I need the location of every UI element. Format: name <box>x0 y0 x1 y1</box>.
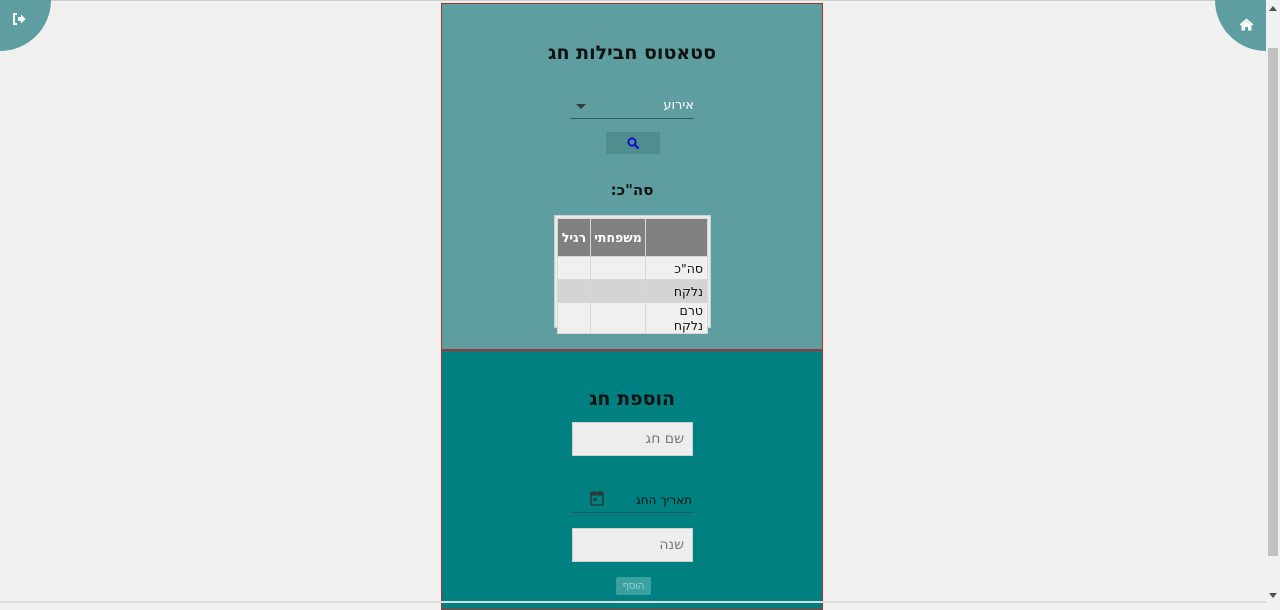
family-count <box>590 279 646 303</box>
column-header-label <box>645 218 708 257</box>
status-title: סטאטוס חבילות חג <box>548 42 716 64</box>
table-row: טרם נלקח <box>557 302 708 334</box>
scroll-thumb[interactable] <box>1268 48 1278 556</box>
search-button[interactable] <box>606 132 660 154</box>
scroll-up-arrow-icon[interactable] <box>1269 6 1277 11</box>
calendar-icon[interactable] <box>590 490 604 506</box>
home-icon <box>1239 18 1254 31</box>
holiday-date-label: תאריך החג <box>635 493 692 507</box>
table-header-row: משפחתי רגיל <box>557 218 708 257</box>
holiday-name-input[interactable] <box>572 422 693 456</box>
add-holiday-title: הוספת חג <box>588 388 676 410</box>
column-header-regular: רגיל <box>557 218 591 257</box>
event-select[interactable]: אירוע <box>570 98 694 119</box>
regular-count <box>557 279 591 303</box>
row-label: סה"כ <box>645 256 708 280</box>
scroll-down-arrow-icon[interactable] <box>1269 593 1277 598</box>
row-label: טרם נלקח <box>645 302 708 334</box>
table-row: סה"כ <box>557 256 708 280</box>
total-label: סה"כ: <box>610 181 654 199</box>
status-panel: סטאטוס חבילות חג אירוע סה"כ: משפחתי רגיל… <box>441 3 823 350</box>
row-label: נלקח <box>645 279 708 303</box>
add-holiday-button[interactable]: הוסף <box>616 577 651 595</box>
family-count <box>590 256 646 280</box>
regular-count <box>557 302 591 334</box>
chevron-down-icon <box>576 104 586 109</box>
logout-button[interactable] <box>0 0 51 51</box>
column-header-family: משפחתי <box>590 218 646 257</box>
top-border <box>0 0 1266 1</box>
holiday-date-field[interactable]: תאריך החג <box>572 485 693 513</box>
table-row: נלקח <box>557 279 708 303</box>
add-holiday-panel: הוספת חג תאריך החג הוסף <box>441 350 823 610</box>
status-table: משפחתי רגיל סה"כ נלקח טרם נלקח <box>554 215 711 334</box>
search-icon <box>627 137 639 149</box>
vertical-scrollbar[interactable] <box>1266 0 1280 603</box>
event-select-value: אירוע <box>663 98 694 113</box>
sign-out-icon <box>12 12 25 25</box>
family-count <box>590 302 646 334</box>
year-input[interactable] <box>572 528 693 562</box>
home-button[interactable] <box>1215 0 1266 51</box>
regular-count <box>557 256 591 280</box>
